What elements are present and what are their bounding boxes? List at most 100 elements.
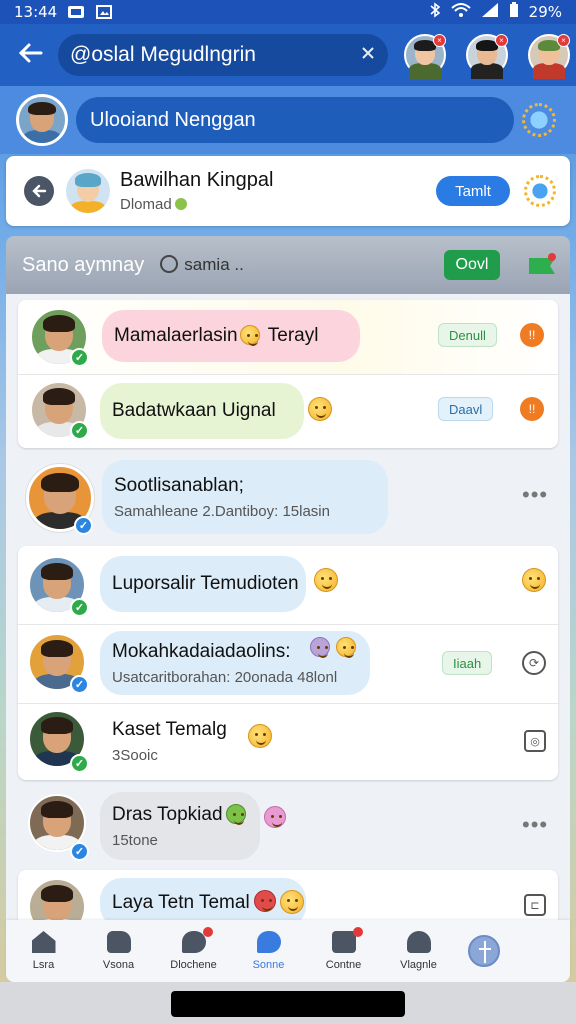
leaf-emoji-icon xyxy=(226,804,246,825)
chat-status: Dlomad xyxy=(120,196,172,213)
smile-emoji-icon xyxy=(308,397,332,421)
chat-action-button[interactable]: Tamlt xyxy=(436,176,510,206)
alert-icon[interactable]: !! xyxy=(520,323,544,347)
more-options-icon[interactable]: ••• xyxy=(522,812,548,838)
contact-avatar[interactable]: × xyxy=(404,34,446,79)
flag-icon[interactable] xyxy=(526,252,558,278)
message-title: Sootlisanablan; xyxy=(114,474,244,496)
status-tag: Denull xyxy=(438,323,497,347)
message-title: Badatwkaan Uignal xyxy=(112,400,276,421)
message-card: ✓ Mamalaerlasin Terayl Denull !! ✓ Badat… xyxy=(18,300,558,448)
message-title: Kaset Temalg xyxy=(112,718,227,740)
bottom-navigation: Lsra Vsona Dlochene Sonne Contne Vlagnle xyxy=(6,920,570,982)
group-action-button[interactable]: Oovl xyxy=(444,250,500,280)
heart-emoji-icon xyxy=(264,806,286,828)
wifi-icon xyxy=(450,2,471,22)
status-tag: Iiaah xyxy=(442,651,493,675)
message-title: Mamalaerlasin xyxy=(114,325,238,346)
battery-level: 29% xyxy=(528,3,562,21)
list-item[interactable]: ✓ Badatwkaan Uignal Daavl !! xyxy=(18,375,558,448)
robot-emoji-icon xyxy=(310,637,330,658)
more-options-icon[interactable]: ••• xyxy=(522,482,548,508)
nav-label: Sonne xyxy=(252,959,285,971)
chat-icon xyxy=(181,931,206,953)
verified-check-icon: ✓ xyxy=(70,598,89,617)
profile-name-field[interactable]: Ulooiand Nenggan xyxy=(76,97,514,143)
alert-icon[interactable]: !! xyxy=(520,397,544,421)
bluetooth-icon xyxy=(429,2,441,22)
brightness-icon[interactable] xyxy=(522,103,556,137)
gallery-icon xyxy=(95,5,113,19)
smile-emoji-icon xyxy=(240,325,260,346)
verified-check-icon: ✓ xyxy=(74,516,93,535)
message-bubble: Sootlisanablan; Samahleane 2.Dantiboy: 1… xyxy=(102,460,388,534)
profile-name: Ulooiand Nenggan xyxy=(90,108,256,131)
verified-check-icon: ✓ xyxy=(70,754,89,773)
nav-label: Contne xyxy=(325,959,362,971)
nav-item-profile[interactable]: Vlagnle xyxy=(381,931,456,971)
message-subtitle: Usatcaritborahan: 20onada 48lonl xyxy=(112,668,338,686)
group-mention: samia .. xyxy=(184,255,244,274)
home-indicator[interactable] xyxy=(171,991,405,1017)
message-subtitle: 15tone xyxy=(112,831,158,849)
list-item[interactable]: ✓ Mokahkadaiadaolins: Usatcaritborahan: … xyxy=(18,625,558,703)
search-field[interactable]: @oslal Megudlngrin xyxy=(58,34,388,76)
verified-check-icon: ✓ xyxy=(70,348,89,367)
message-bubble: Mamalaerlasin Terayl xyxy=(102,310,360,362)
message-title-suffix: Terayl xyxy=(267,325,319,346)
smile-emoji-icon xyxy=(280,890,304,914)
nav-label: Vlagnle xyxy=(400,959,437,971)
chat-header: Bawilhan Kingpal Dlomad Tamlt xyxy=(6,156,570,226)
profile-bar: Ulooiand Nenggan xyxy=(0,86,576,154)
back-circle-button[interactable] xyxy=(24,176,54,206)
refresh-icon[interactable]: ⟳ xyxy=(522,651,546,675)
clear-search-icon[interactable] xyxy=(360,45,376,66)
list-item[interactable]: ✓ Mamalaerlasin Terayl Denull !! xyxy=(18,300,558,374)
message-subtitle: 3Sooic xyxy=(112,746,158,764)
person-icon xyxy=(406,931,431,953)
nav-label: Vsona xyxy=(102,959,135,971)
party-emoji-icon xyxy=(336,637,356,658)
groups-icon xyxy=(331,931,356,953)
list-item[interactable]: ✓ Kaset Temalg 3Sooic ◎ xyxy=(18,704,558,780)
compass-button[interactable] xyxy=(468,935,500,967)
contact-avatar[interactable]: × xyxy=(528,34,570,79)
compose-icon[interactable]: ⊏ xyxy=(524,894,546,916)
chat-title: Bawilhan Kingpal xyxy=(120,169,274,191)
nav-label: Lsra xyxy=(32,959,55,971)
settings-icon[interactable] xyxy=(524,175,556,207)
smile-emoji-icon xyxy=(314,568,338,592)
message-bubble: Luporsalir Temudioten xyxy=(100,556,306,612)
nav-item-home[interactable]: Lsra xyxy=(6,931,81,971)
nav-item-chats[interactable]: Dlochene xyxy=(156,927,231,971)
camera-icon[interactable]: ◎ xyxy=(524,730,546,752)
nav-item-active[interactable]: Sonne xyxy=(231,931,306,971)
contact-avatar[interactable]: × xyxy=(466,34,508,79)
notification-badge: × xyxy=(495,34,508,47)
group-bar: Sano aymnay samia .. Oovl xyxy=(6,236,570,294)
notification-badge: × xyxy=(557,34,570,47)
search-query: @oslal Megudlngrin xyxy=(70,43,256,66)
wink-emoji-icon[interactable] xyxy=(522,568,546,592)
mention-icon xyxy=(160,255,179,273)
list-item[interactable]: ✓ Sootlisanablan; Samahleane 2.Dantiboy:… xyxy=(18,458,558,540)
chat-avatar[interactable] xyxy=(66,169,110,213)
message-subtitle: Samahleane 2.Dantiboy: 15lasin xyxy=(114,502,330,520)
verified-check-icon: ✓ xyxy=(70,842,89,861)
message-card: ✓ Luporsalir Temudioten ✓ Mokahkadaiadao… xyxy=(18,546,558,780)
message-bubble: Mokahkadaiadaolins: Usatcaritborahan: 20… xyxy=(100,631,370,695)
list-item[interactable]: ✓ Luporsalir Temudioten xyxy=(18,546,558,624)
back-button[interactable] xyxy=(8,33,52,77)
active-tab-icon xyxy=(256,931,281,953)
nav-item-contacts[interactable]: Vsona xyxy=(81,931,156,971)
status-tag: Daavl xyxy=(438,397,494,421)
notification-badge xyxy=(353,927,363,937)
clock: 13:44 xyxy=(14,3,58,21)
list-item[interactable]: ✓ Dras Topkiad 15tone ••• xyxy=(18,788,558,864)
system-nav-bar xyxy=(0,982,576,1024)
message-icon xyxy=(67,5,85,19)
top-app-bar: @oslal Megudlngrin × × × xyxy=(0,24,576,86)
arrow-left-icon xyxy=(17,39,43,71)
my-avatar[interactable] xyxy=(16,94,68,146)
nav-item-groups[interactable]: Contne xyxy=(306,927,381,971)
